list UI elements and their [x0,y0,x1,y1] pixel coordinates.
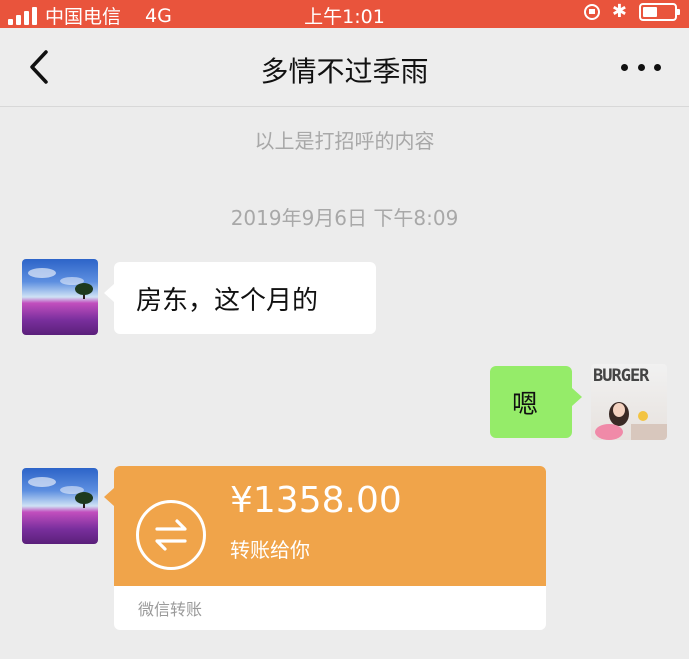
greeting-note: 以上是打招呼的内容 [254,129,435,153]
transfer-card-body: ¥1358.00 转账给你 [114,466,546,586]
landscape-image [28,477,93,508]
page-title: 多情不过季雨 [260,55,429,88]
contact-avatar[interactable] [22,468,98,544]
my-avatar[interactable]: BURGER [591,364,667,440]
status-bar: 中国电信 4G 上午1:01 ✱ [0,0,689,28]
message-text: 嗯 [512,390,539,420]
transfer-icon [136,500,206,570]
message-timestamp: 2019年9月6日 下午8:09 [230,206,459,230]
message-bubble-sent[interactable]: 嗯 [490,366,582,438]
transfer-description: 转账给你 [230,538,310,562]
message-bubble-received[interactable]: 房东，这个月的 [104,262,376,334]
rotation-lock-icon [583,4,600,20]
more-button[interactable] [621,52,661,82]
bluetooth-icon: ✱ [611,1,627,22]
avatar-photo [595,402,667,440]
more-icon [621,63,628,71]
transfer-card[interactable]: ¥1358.00 转账给你 微信转账 [104,466,546,630]
transfer-amount: ¥1358.00 [230,480,402,521]
battery-icon [639,3,680,21]
message-text: 房东，这个月的 [136,286,319,316]
landscape-image [28,268,93,299]
contact-avatar[interactable] [22,259,98,335]
transfer-footer-label: 微信转账 [138,600,203,619]
chat-header: 多情不过季雨 [0,28,689,107]
